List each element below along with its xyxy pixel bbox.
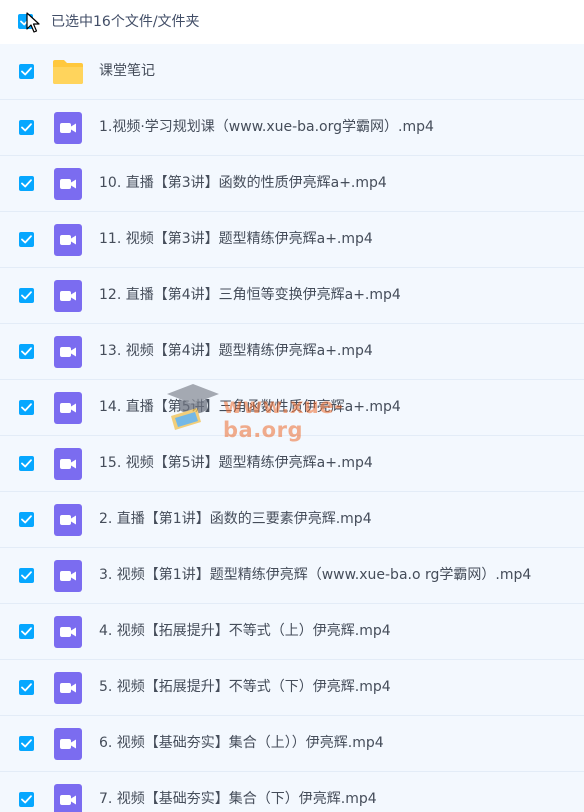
file-list-page: 已选中16个文件/文件夹 课堂笔记 1.视频·学习规划课（www.xue-ba.o…: [0, 0, 584, 812]
video-file-icon: [52, 784, 84, 812]
video-file-icon: [52, 728, 84, 760]
video-file-icon: [52, 224, 84, 256]
file-row[interactable]: 4. 视频【拓展提升】不等式（上）伊亮辉.mp4: [0, 604, 584, 660]
file-row[interactable]: 7. 视频【基础夯实】集合（下）伊亮辉.mp4: [0, 772, 584, 812]
video-file-icon: [52, 392, 84, 424]
file-row[interactable]: 课堂笔记: [0, 44, 584, 100]
file-name[interactable]: 7. 视频【基础夯实】集合（下）伊亮辉.mp4: [99, 788, 377, 810]
mouse-cursor-icon: [26, 12, 40, 33]
file-checkbox[interactable]: [19, 792, 34, 807]
file-checkbox[interactable]: [19, 568, 34, 583]
file-name[interactable]: 14. 直播【第5讲】三角函数性质伊亮辉a+.mp4: [99, 396, 401, 418]
video-file-icon: [52, 504, 84, 536]
file-name[interactable]: 6. 视频【基础夯实】集合（上））伊亮辉.mp4: [99, 732, 384, 754]
file-row[interactable]: 3. 视频【第1讲】题型精练伊亮辉（www.xue-ba.o rg学霸网）.mp…: [0, 548, 584, 604]
file-name[interactable]: 10. 直播【第3讲】函数的性质伊亮辉a+.mp4: [99, 172, 387, 194]
file-list: 课堂笔记 1.视频·学习规划课（www.xue-ba.org学霸网）.mp4 10.…: [0, 44, 584, 812]
file-checkbox[interactable]: [19, 512, 34, 527]
file-row[interactable]: 13. 视频【第4讲】题型精练伊亮辉a+.mp4: [0, 324, 584, 380]
file-name[interactable]: 课堂笔记: [99, 60, 155, 82]
file-checkbox[interactable]: [19, 456, 34, 471]
file-checkbox[interactable]: [19, 232, 34, 247]
file-name[interactable]: 15. 视频【第5讲】题型精练伊亮辉a+.mp4: [99, 452, 373, 474]
file-checkbox[interactable]: [19, 680, 34, 695]
file-name[interactable]: 11. 视频【第3讲】题型精练伊亮辉a+.mp4: [99, 228, 373, 250]
file-name[interactable]: 1.视频·学习规划课（www.xue-ba.org学霸网）.mp4: [99, 116, 434, 138]
file-row[interactable]: 1.视频·学习规划课（www.xue-ba.org学霸网）.mp4: [0, 100, 584, 156]
selection-count-label: 已选中16个文件/文件夹: [51, 14, 200, 30]
selection-header: 已选中16个文件/文件夹: [0, 0, 584, 44]
file-checkbox[interactable]: [19, 624, 34, 639]
file-row[interactable]: 12. 直播【第4讲】三角恒等变换伊亮辉a+.mp4: [0, 268, 584, 324]
file-row[interactable]: 14. 直播【第5讲】三角函数性质伊亮辉a+.mp4: [0, 380, 584, 436]
file-name[interactable]: 13. 视频【第4讲】题型精练伊亮辉a+.mp4: [99, 340, 373, 362]
file-name[interactable]: 2. 直播【第1讲】函数的三要素伊亮辉.mp4: [99, 508, 372, 530]
file-checkbox[interactable]: [19, 400, 34, 415]
video-file-icon: [52, 168, 84, 200]
file-checkbox[interactable]: [19, 736, 34, 751]
video-file-icon: [52, 616, 84, 648]
file-row[interactable]: 2. 直播【第1讲】函数的三要素伊亮辉.mp4: [0, 492, 584, 548]
file-checkbox[interactable]: [19, 176, 34, 191]
file-checkbox[interactable]: [19, 344, 34, 359]
file-checkbox[interactable]: [19, 64, 34, 79]
file-name[interactable]: 12. 直播【第4讲】三角恒等变换伊亮辉a+.mp4: [99, 284, 401, 306]
file-row[interactable]: 5. 视频【拓展提升】不等式（下）伊亮辉.mp4: [0, 660, 584, 716]
video-file-icon: [52, 336, 84, 368]
video-file-icon: [52, 448, 84, 480]
file-row[interactable]: 15. 视频【第5讲】题型精练伊亮辉a+.mp4: [0, 436, 584, 492]
file-name[interactable]: 5. 视频【拓展提升】不等式（下）伊亮辉.mp4: [99, 676, 391, 698]
file-checkbox[interactable]: [19, 288, 34, 303]
file-row[interactable]: 11. 视频【第3讲】题型精练伊亮辉a+.mp4: [0, 212, 584, 268]
file-row[interactable]: 10. 直播【第3讲】函数的性质伊亮辉a+.mp4: [0, 156, 584, 212]
video-file-icon: [52, 112, 84, 144]
video-file-icon: [52, 560, 84, 592]
video-file-icon: [52, 672, 84, 704]
file-name[interactable]: 3. 视频【第1讲】题型精练伊亮辉（www.xue-ba.o rg学霸网）.mp…: [99, 564, 531, 586]
file-checkbox[interactable]: [19, 120, 34, 135]
video-file-icon: [52, 280, 84, 312]
file-row[interactable]: 6. 视频【基础夯实】集合（上））伊亮辉.mp4: [0, 716, 584, 772]
file-name[interactable]: 4. 视频【拓展提升】不等式（上）伊亮辉.mp4: [99, 620, 391, 642]
folder-icon: [52, 56, 84, 88]
